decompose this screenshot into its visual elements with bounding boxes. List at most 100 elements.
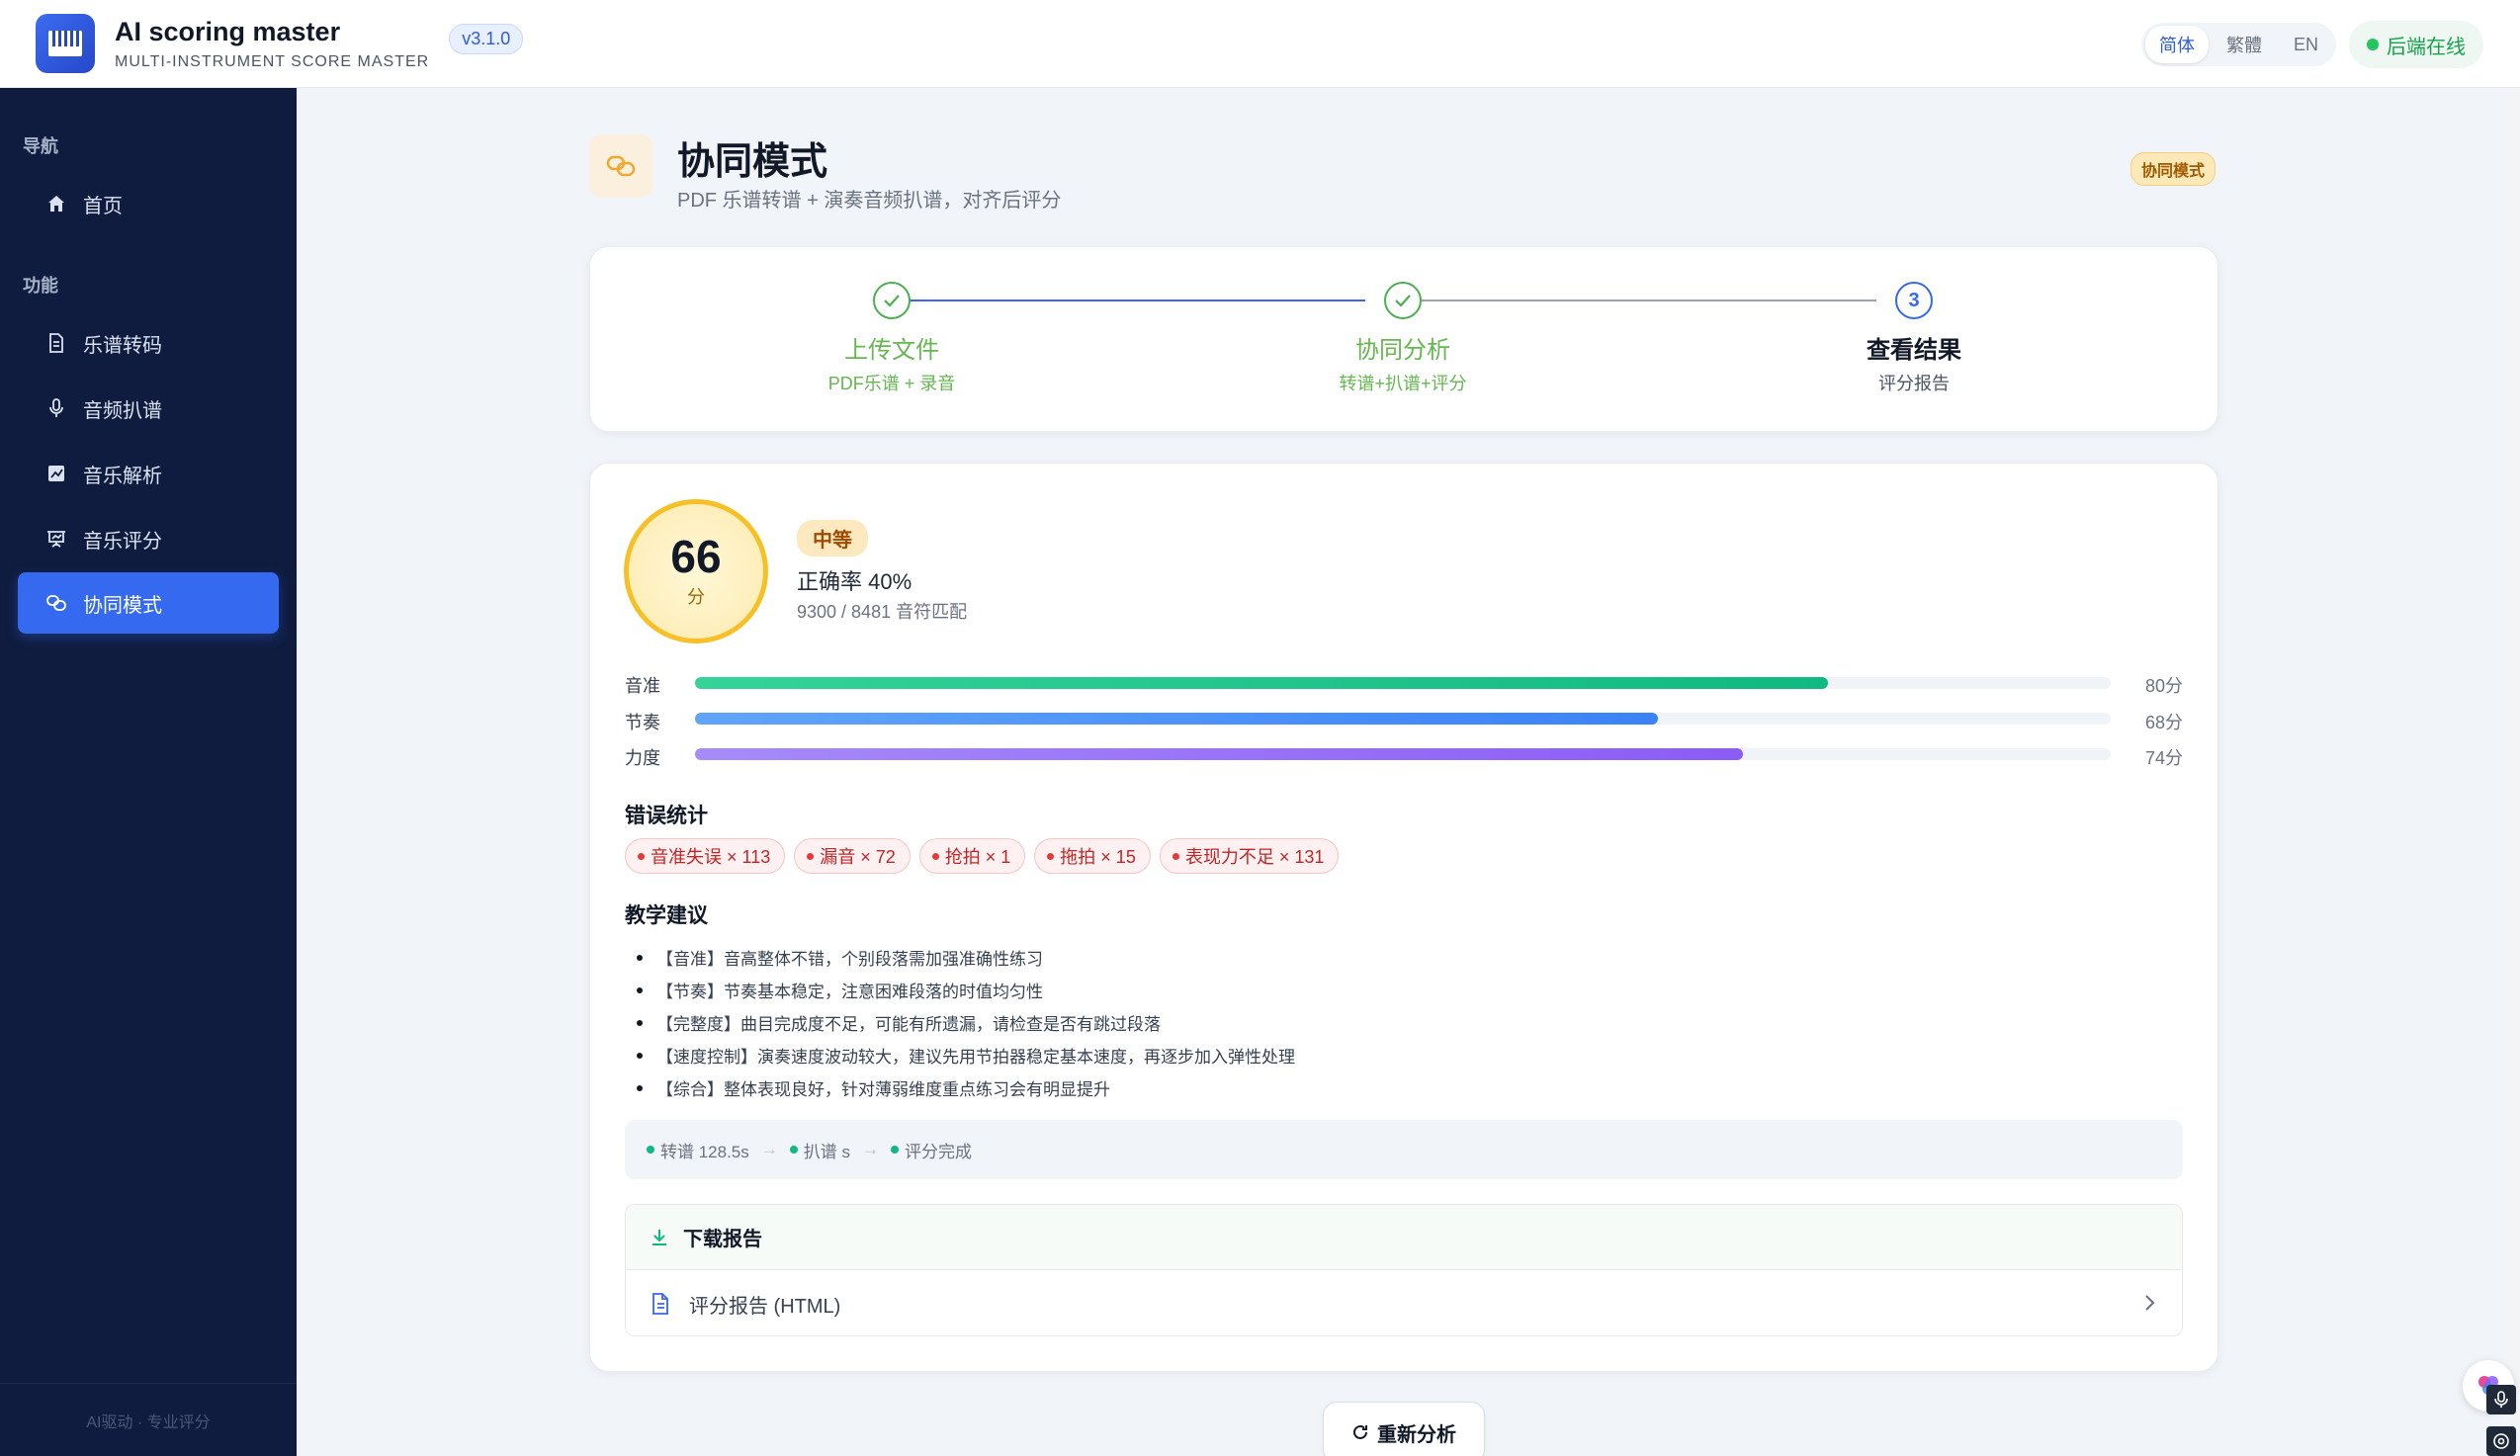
score-value: 66 bbox=[670, 531, 722, 582]
steps-card: 上传文件 PDF乐谱 + 录音 协同分析 转谱+扒谱+评分 3 查看结果 评分报… bbox=[589, 246, 2218, 432]
error-chip-label: 抢拍 × 1 bbox=[944, 847, 1011, 867]
sidebar-footer: AI驱动 · 专业评分 bbox=[0, 1383, 297, 1456]
reanalyze-label: 重新分析 bbox=[1377, 1423, 1456, 1446]
download-report-html[interactable]: 评分报告 (HTML) bbox=[626, 1270, 2182, 1335]
metric-track-dynamics bbox=[695, 748, 2111, 760]
step-1-check-icon bbox=[873, 282, 911, 319]
backend-status: 后端在线 bbox=[2349, 21, 2483, 68]
page-title: 协同模式 bbox=[677, 141, 828, 183]
step-2-desc: 转谱+扒谱+评分 bbox=[1339, 374, 1467, 393]
func-group-title: 功能 bbox=[23, 276, 58, 296]
advice-item: 【综合】整体表现良好，针对薄弱维度重点练习会有明显提升 bbox=[637, 1071, 1295, 1104]
error-chip-label: 拖拍 × 15 bbox=[1060, 847, 1136, 867]
lang-simplified[interactable]: 简体 bbox=[2145, 26, 2209, 63]
mode-badge: 协同模式 bbox=[2130, 152, 2216, 186]
sidebar-item-label: 乐谱转码 bbox=[83, 334, 162, 357]
match-count: 9300 / 8481 音符匹配 bbox=[797, 602, 968, 622]
sidebar-item-label: 音乐解析 bbox=[83, 465, 162, 487]
arrow-right-icon: → bbox=[862, 1140, 879, 1158]
error-chip-label: 音准失误 × 113 bbox=[651, 847, 771, 867]
download-header: 下载报告 bbox=[626, 1205, 2182, 1270]
error-chip: 表现力不足 × 131 bbox=[1159, 838, 1340, 874]
metric-track-pitch bbox=[695, 677, 2111, 689]
timeline-item: 评分完成 bbox=[891, 1138, 972, 1162]
voice-button[interactable] bbox=[2486, 1385, 2516, 1414]
level-badge: 中等 bbox=[797, 520, 868, 557]
timeline-item: 扒谱 s bbox=[789, 1138, 850, 1162]
step-2-check-icon bbox=[1384, 282, 1422, 319]
reanalyze-button[interactable]: 重新分析 bbox=[1323, 1402, 1485, 1456]
advice-item: 【节奏】节奏基本稳定，注意困难段落的时值均匀性 bbox=[637, 974, 1295, 1006]
sidebar-item-music-scoring[interactable]: 音乐评分 bbox=[18, 508, 279, 569]
step-connector-2 bbox=[1403, 300, 1876, 301]
sidebar: 导航 首页 功能 乐谱转码 音频扒谱 音乐解析 音乐评分 协同模式 AI驱动 ·… bbox=[0, 88, 297, 1456]
brand: AI scoring master MULTI-INSTRUMENT SCORE… bbox=[115, 17, 429, 71]
piano-icon bbox=[48, 31, 82, 56]
lang-english[interactable]: EN bbox=[2280, 29, 2332, 61]
sidebar-item-home[interactable]: 首页 bbox=[18, 173, 279, 234]
presentation-icon bbox=[45, 528, 67, 550]
timeline-dot bbox=[891, 1146, 899, 1154]
document-icon bbox=[45, 332, 67, 354]
status-dot bbox=[2367, 39, 2379, 50]
sidebar-item-audio-transcribe[interactable]: 音频扒谱 bbox=[18, 378, 279, 439]
error-chips: 音准失误 × 113 漏音 × 72 抢拍 × 1 拖拍 × 15 表现力不足 … bbox=[625, 838, 1340, 874]
sidebar-item-music-analysis[interactable]: 音乐解析 bbox=[18, 443, 279, 504]
settings-button[interactable] bbox=[2486, 1426, 2516, 1456]
sidebar-item-label: 音频扒谱 bbox=[83, 399, 162, 422]
error-chip: 拖拍 × 15 bbox=[1034, 838, 1151, 874]
timeline-label: 转谱 128.5s bbox=[660, 1142, 749, 1161]
page-icon bbox=[589, 134, 652, 198]
advice-title: 教学建议 bbox=[625, 904, 708, 927]
backend-status-text: 后端在线 bbox=[2387, 36, 2466, 58]
arrow-right-icon: → bbox=[760, 1140, 778, 1158]
version-badge: v3.1.0 bbox=[449, 23, 524, 54]
score-ring: 66 分 bbox=[624, 499, 768, 643]
error-dot bbox=[638, 852, 645, 860]
timeline-label: 扒谱 s bbox=[803, 1142, 850, 1161]
timeline-dot bbox=[647, 1146, 654, 1154]
metric-track-rhythm bbox=[695, 713, 2111, 725]
metric-fill-pitch bbox=[695, 677, 1828, 689]
error-dot bbox=[1172, 852, 1179, 860]
microphone-icon bbox=[45, 397, 67, 419]
target-icon bbox=[2493, 1433, 2509, 1449]
metric-value-pitch: 80分 bbox=[2145, 676, 2184, 696]
sidebar-item-label: 首页 bbox=[83, 195, 123, 217]
microphone-icon bbox=[2494, 1391, 2508, 1408]
refresh-icon bbox=[1353, 1424, 1367, 1439]
sidebar-item-collab-mode[interactable]: 协同模式 bbox=[18, 572, 279, 634]
timeline-item: 转谱 128.5s bbox=[647, 1138, 749, 1162]
error-dot bbox=[1047, 852, 1055, 860]
step-3-desc: 评分报告 bbox=[1878, 374, 1950, 393]
app-logo[interactable] bbox=[36, 14, 95, 73]
step-connector-1 bbox=[892, 300, 1365, 301]
download-file-label: 评分报告 (HTML) bbox=[689, 1295, 841, 1318]
nav-group-title: 导航 bbox=[23, 136, 58, 156]
sidebar-item-score-transcode[interactable]: 乐谱转码 bbox=[18, 312, 279, 374]
link-icon bbox=[606, 155, 636, 177]
download-title: 下载报告 bbox=[683, 1229, 762, 1250]
page-subtitle: PDF 乐谱转谱 + 演奏音频扒谱，对齐后评分 bbox=[677, 190, 1062, 212]
score-unit: 分 bbox=[687, 587, 705, 607]
accuracy-text: 正确率 40% bbox=[797, 569, 912, 594]
timeline-label: 评分完成 bbox=[905, 1142, 972, 1161]
error-chip: 音准失误 × 113 bbox=[625, 838, 786, 874]
step-1-title: 上传文件 bbox=[844, 337, 939, 364]
app-subtitle: MULTI-INSTRUMENT SCORE MASTER bbox=[115, 52, 430, 70]
step-1-desc: PDF乐谱 + 录音 bbox=[827, 374, 956, 393]
download-panel: 下载报告 评分报告 (HTML) bbox=[625, 1204, 2183, 1336]
error-chip: 漏音 × 72 bbox=[794, 838, 911, 874]
download-icon bbox=[652, 1229, 666, 1245]
advice-item: 【速度控制】演奏速度波动较大，建议先用节拍器稳定基本速度，再逐步加入弹性处理 bbox=[637, 1039, 1295, 1071]
error-chip: 抢拍 × 1 bbox=[918, 838, 1026, 874]
metric-label-rhythm: 节奏 bbox=[625, 713, 660, 732]
scrollbar[interactable] bbox=[2508, 88, 2520, 1456]
advice-list: 【音准】音高整体不错，个别段落需加强准确性练习 【节奏】节奏基本稳定，注意困难段… bbox=[637, 941, 1295, 1104]
error-dot bbox=[931, 852, 939, 860]
metric-fill-rhythm bbox=[695, 713, 1658, 725]
timeline-dot bbox=[789, 1146, 798, 1154]
step-2-title: 协同分析 bbox=[1355, 337, 1450, 364]
lang-traditional[interactable]: 繁體 bbox=[2213, 26, 2276, 63]
metric-label-pitch: 音准 bbox=[625, 676, 660, 696]
